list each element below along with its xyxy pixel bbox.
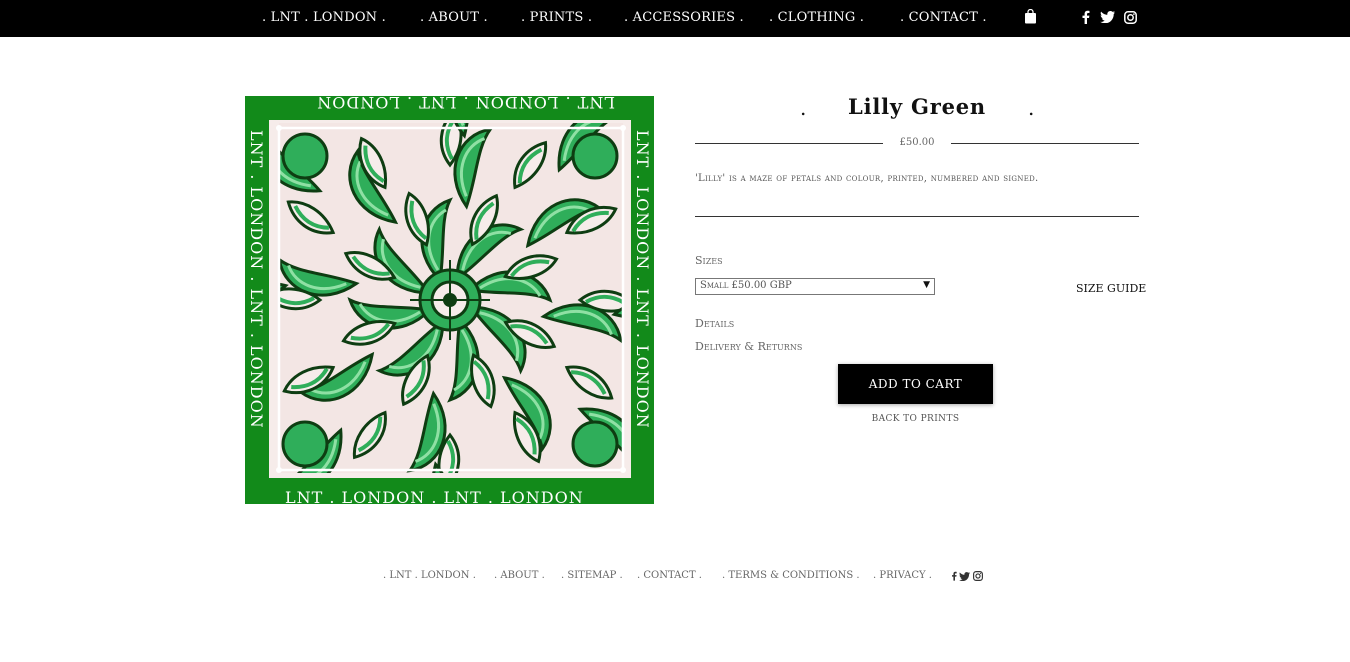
size-guide-link[interactable]: SIZE GUIDE (1076, 282, 1146, 295)
add-to-cart-button[interactable]: ADD TO CART (838, 364, 993, 404)
footer-contact-link[interactable]: . CONTACT . (637, 570, 702, 581)
sizes-label: Sizes (695, 254, 723, 267)
footer-about-link[interactable]: . ABOUT . (494, 570, 545, 581)
nav-prints[interactable]: . PRINTS . (521, 10, 592, 25)
facebook-icon[interactable] (1081, 10, 1090, 24)
scarf-border-text-left: LNT . LONDON . LNT . LONDON (247, 130, 266, 429)
nav-clothing[interactable]: . CLOTHING . (769, 10, 864, 25)
divider-right (951, 143, 1139, 144)
shopping-bag-icon[interactable] (1024, 9, 1037, 24)
scarf-print-image (245, 96, 654, 504)
details-toggle[interactable]: Details (695, 317, 734, 330)
back-to-prints-link[interactable]: BACK TO PRINTS (838, 414, 993, 424)
nav-contact[interactable]: . CONTACT . (900, 10, 987, 25)
nav-home[interactable]: . LNT . LONDON . (262, 10, 386, 25)
nav-about[interactable]: . ABOUT . (420, 10, 488, 25)
facebook-icon[interactable] (951, 571, 957, 581)
footer-sitemap-link[interactable]: . SITEMAP . (561, 570, 623, 581)
footer-terms-link[interactable]: . TERMS & CONDITIONS . (722, 570, 860, 581)
top-navigation: . LNT . LONDON . . ABOUT . . PRINTS . . … (0, 0, 1350, 37)
product-image[interactable]: LNT . LONDON . LNT . LONDON LNT . LONDON… (245, 93, 654, 507)
instagram-icon[interactable] (1124, 11, 1137, 24)
scarf-border-text-right: LNT . LONDON . LNT . LONDON (633, 130, 652, 429)
product-price: £50.00 (899, 137, 935, 148)
product-description: 'Lilly' is a maze of petals and colour, … (695, 173, 1039, 184)
delivery-returns-toggle[interactable]: Delivery & Returns (695, 340, 802, 353)
twitter-icon[interactable] (959, 572, 970, 581)
twitter-icon[interactable] (1100, 11, 1115, 23)
product-title: Lilly Green (848, 94, 986, 119)
divider-left (695, 143, 883, 144)
footer-home-link[interactable]: . LNT . LONDON . (383, 570, 476, 581)
title-dot-right: . (1028, 96, 1035, 120)
nav-accessories[interactable]: . ACCESSORIES . (624, 10, 744, 25)
dropdown-arrow-icon: ▼ (923, 280, 930, 290)
instagram-icon[interactable] (973, 571, 983, 581)
scarf-border-text-bottom: LNT . LONDON . LNT . LONDON (285, 488, 584, 507)
scarf-border-text-top: LNT . LONDON . LNT . LONDON (316, 93, 615, 112)
size-select-value: Small £50.00 GBP (700, 280, 792, 291)
description-divider (695, 216, 1139, 217)
footer-privacy-link[interactable]: . PRIVACY . (873, 570, 932, 581)
size-select[interactable]: Small £50.00 GBP ▼ (695, 278, 935, 295)
